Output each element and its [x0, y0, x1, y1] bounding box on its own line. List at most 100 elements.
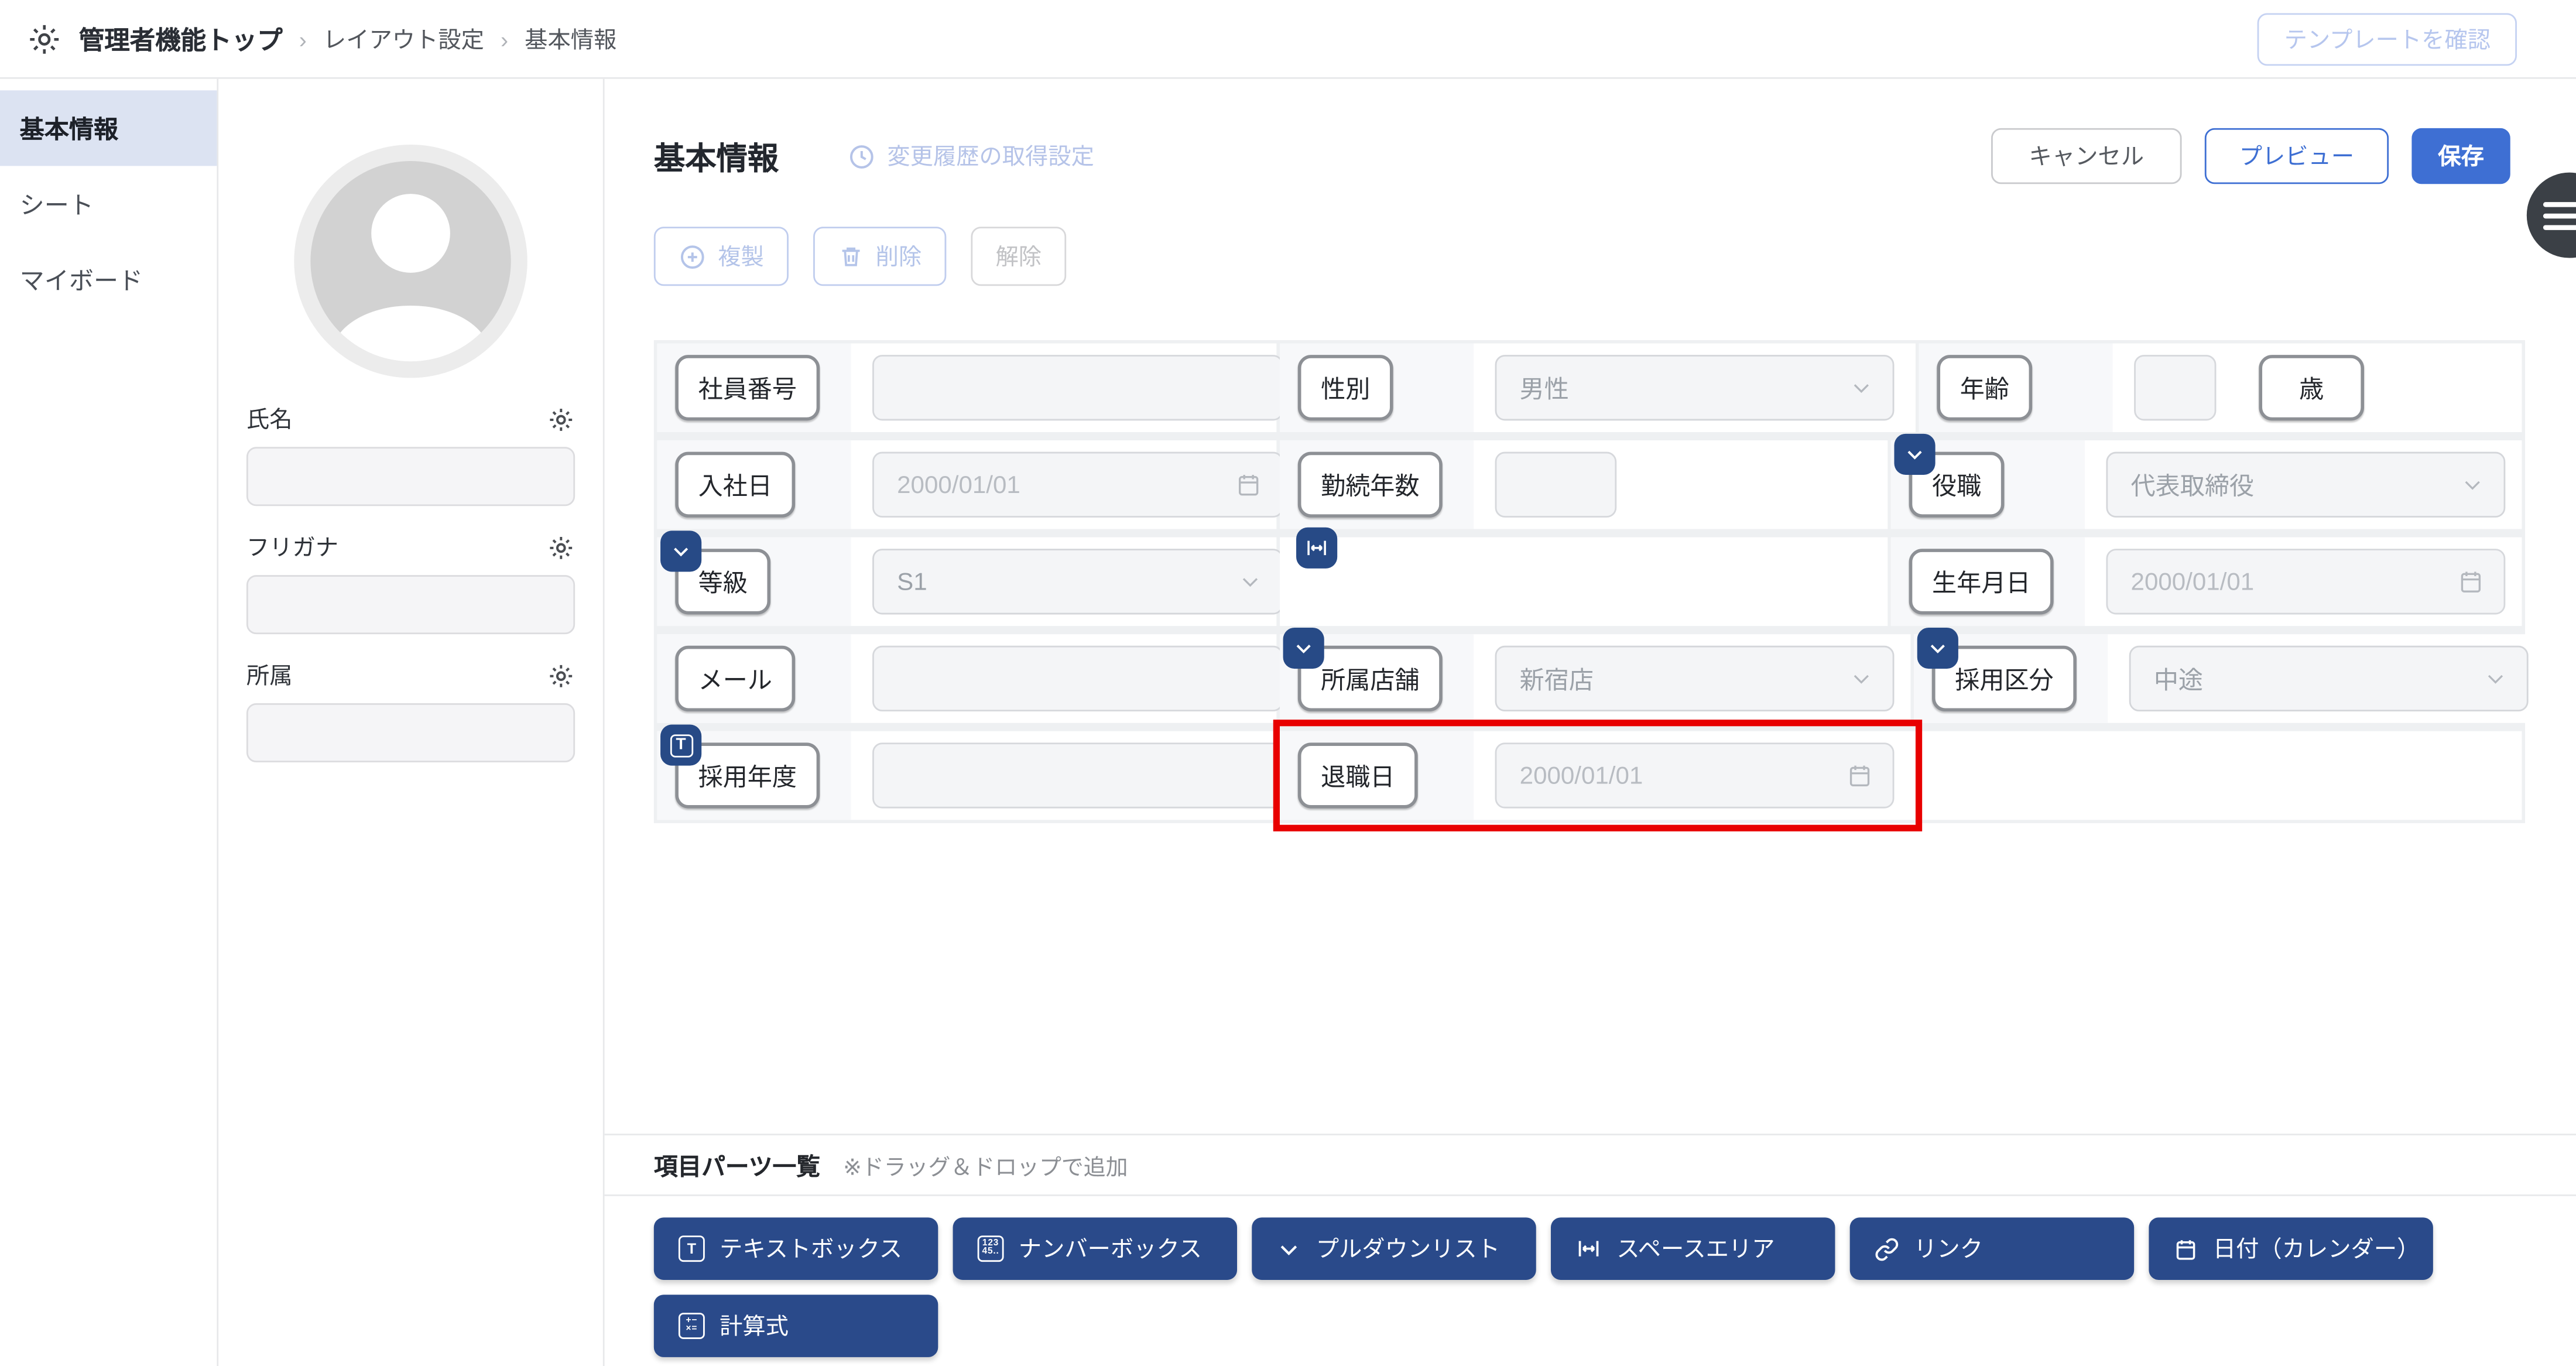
- sidebar: 基本情報 シート マイボード: [0, 78, 219, 1366]
- hamburger-icon: [2543, 201, 2576, 207]
- grid-cell-grade[interactable]: 等級 S1: [657, 530, 1283, 626]
- part-pulldown-list[interactable]: プルダウンリスト: [1252, 1217, 1536, 1280]
- field-label-box: 退職日: [1297, 742, 1418, 809]
- chevron-right-icon: ›: [500, 25, 509, 52]
- field-label-box: 社員番号: [675, 355, 820, 421]
- numberbox-icon: 123 45..: [977, 1235, 1004, 1262]
- breadcrumb-root[interactable]: 管理者機能トップ: [79, 20, 283, 57]
- field-label-box: 生年月日: [1909, 549, 2054, 615]
- avatar: [294, 144, 527, 378]
- department-field-label: 所属: [246, 662, 293, 689]
- grid-cell-gender[interactable]: 性別 男性: [1279, 343, 1916, 433]
- grid-cell-years-of-service[interactable]: 勤続年数: [1279, 440, 1888, 529]
- change-history-link[interactable]: 変更履歴の取得設定: [848, 140, 1094, 173]
- parts-palette: 項目パーツ一覧 ※ドラッグ＆ドロップで追加 T テキストボックス 123 45..…: [604, 1134, 2576, 1357]
- top-bar: 管理者機能トップ › レイアウト設定 › 基本情報 テンプレートを確認: [0, 0, 2576, 79]
- trash-icon: [838, 243, 864, 269]
- gender-select[interactable]: 男性: [1495, 355, 1895, 421]
- recruit-type-select[interactable]: 中途: [2129, 645, 2529, 712]
- calendar-icon: [2173, 1237, 2198, 1261]
- save-button[interactable]: 保存: [2411, 128, 2510, 184]
- field-label-box: T 採用年度: [660, 724, 820, 809]
- sidebar-item-myboard[interactable]: マイボード: [0, 241, 217, 317]
- name-field[interactable]: [246, 447, 576, 506]
- plus-circle-icon: [679, 242, 707, 271]
- grid-row: 入社日 2000/01/01 勤続年数 役職 代表取締役: [657, 433, 2522, 529]
- position-select[interactable]: 代表取締役: [2106, 451, 2506, 518]
- grid-row: 等級 S1 生年月日 2000/01/01: [657, 527, 2522, 626]
- check-template-button[interactable]: テンプレートを確認: [2258, 12, 2517, 65]
- page-title: 基本情報: [653, 142, 779, 177]
- parts-note: ※ドラッグ＆ドロップで追加: [843, 1155, 1128, 1180]
- dropdown-type-badge: [1917, 627, 1958, 669]
- field-label-box: 所属店舗: [1283, 627, 1443, 712]
- preview-button[interactable]: プレビュー: [2204, 128, 2389, 184]
- dropdown-type-badge: [660, 530, 702, 572]
- part-numberbox[interactable]: 123 45.. ナンバーボックス: [953, 1217, 1238, 1280]
- store-select[interactable]: 新宿店: [1495, 645, 1895, 712]
- space-area-icon: [1575, 1235, 1602, 1262]
- history-clock-icon: [848, 142, 876, 170]
- profile-panel: 氏名 フリガナ 所属: [218, 78, 605, 1366]
- link-icon: [1875, 1237, 1899, 1261]
- parts-title: 項目パーツ一覧: [653, 1154, 820, 1181]
- grid-cell-recruit-year[interactable]: T 採用年度: [657, 724, 1283, 820]
- grid-cell-employee-number[interactable]: 社員番号: [657, 343, 1283, 433]
- calendar-icon: [2458, 569, 2484, 595]
- grid-cell-hire-date[interactable]: 入社日 2000/01/01: [657, 440, 1283, 529]
- breadcrumb-basic-info: 基本情報: [525, 25, 617, 52]
- layout-grid: 社員番号 性別 男性 年齢 歳 入社日 2000/01/01 勤続年数 役職 代…: [653, 340, 2545, 831]
- field-label-box: 採用区分: [1917, 627, 2077, 712]
- chevron-down-icon: [1850, 667, 1873, 690]
- grid-cell-age[interactable]: 年齢 歳: [1919, 343, 2522, 433]
- sidebar-item-basic-info[interactable]: 基本情報: [0, 90, 217, 166]
- grid-cell-empty: [1919, 731, 2522, 820]
- textbox-type-badge: T: [660, 724, 702, 766]
- hire-date-input[interactable]: 2000/01/01: [872, 451, 1283, 518]
- part-formula[interactable]: +− ×= 計算式: [653, 1295, 938, 1357]
- grade-select[interactable]: S1: [872, 549, 1283, 615]
- furigana-field-label: フリガナ: [246, 533, 339, 560]
- dropdown-type-badge: [1894, 433, 1936, 475]
- employee-number-input[interactable]: [872, 355, 1283, 421]
- part-textbox[interactable]: T テキストボックス: [653, 1217, 938, 1280]
- grid-cell-recruit-type[interactable]: 採用区分 中途: [1914, 627, 2545, 723]
- field-label-box: メール: [675, 645, 796, 712]
- part-date-calendar[interactable]: 日付（カレンダー）: [2149, 1217, 2433, 1280]
- calculator-icon: +− ×=: [678, 1313, 705, 1339]
- chevron-down-icon: [2461, 473, 2484, 496]
- department-field[interactable]: [246, 703, 576, 763]
- years-of-service-input[interactable]: [1495, 451, 1617, 518]
- grid-cell-position[interactable]: 役職 代表取締役: [1890, 433, 2522, 529]
- gear-icon[interactable]: [547, 533, 575, 562]
- chevron-down-icon: [1239, 570, 1262, 593]
- gear-icon[interactable]: [547, 661, 575, 689]
- age-input[interactable]: [2134, 355, 2217, 421]
- grid-cell-retirement-date-highlighted[interactable]: 退職日 2000/01/01: [1273, 720, 1923, 831]
- field-label-box: 年齢: [1937, 355, 2033, 421]
- birth-date-input[interactable]: 2000/01/01: [2106, 549, 2506, 615]
- gear-icon[interactable]: [547, 405, 575, 433]
- grid-cell-birth-date[interactable]: 生年月日 2000/01/01: [1890, 537, 2522, 626]
- grid-cell-space-area[interactable]: [1279, 527, 1888, 626]
- delete-button[interactable]: 削除: [813, 227, 947, 286]
- grid-cell-email[interactable]: メール: [657, 634, 1283, 723]
- recruit-year-input[interactable]: [872, 742, 1283, 809]
- edit-toolbar: 複製 削除 解除: [605, 184, 2576, 286]
- duplicate-button[interactable]: 複製: [653, 227, 789, 286]
- release-button[interactable]: 解除: [971, 227, 1067, 286]
- dropdown-type-badge: [1283, 627, 1324, 669]
- part-space-area[interactable]: スペースエリア: [1550, 1217, 1835, 1280]
- retirement-date-input[interactable]: 2000/01/01: [1495, 742, 1895, 809]
- sidebar-item-sheet[interactable]: シート: [0, 166, 217, 241]
- chevron-down-icon: [1850, 376, 1873, 399]
- avatar-placeholder-icon: [310, 160, 511, 362]
- breadcrumb-layout-settings[interactable]: レイアウト設定: [323, 22, 484, 55]
- textbox-icon: T: [678, 1235, 705, 1262]
- part-link[interactable]: リンク: [1849, 1217, 2135, 1280]
- email-input[interactable]: [872, 645, 1283, 712]
- furigana-field[interactable]: [246, 575, 576, 635]
- layout-settings-page: 管理者機能トップ › レイアウト設定 › 基本情報 テンプレートを確認 基本情報…: [0, 0, 2576, 1366]
- cancel-button[interactable]: キャンセル: [1991, 128, 2182, 184]
- grid-cell-store[interactable]: 所属店舗 新宿店: [1279, 627, 1911, 723]
